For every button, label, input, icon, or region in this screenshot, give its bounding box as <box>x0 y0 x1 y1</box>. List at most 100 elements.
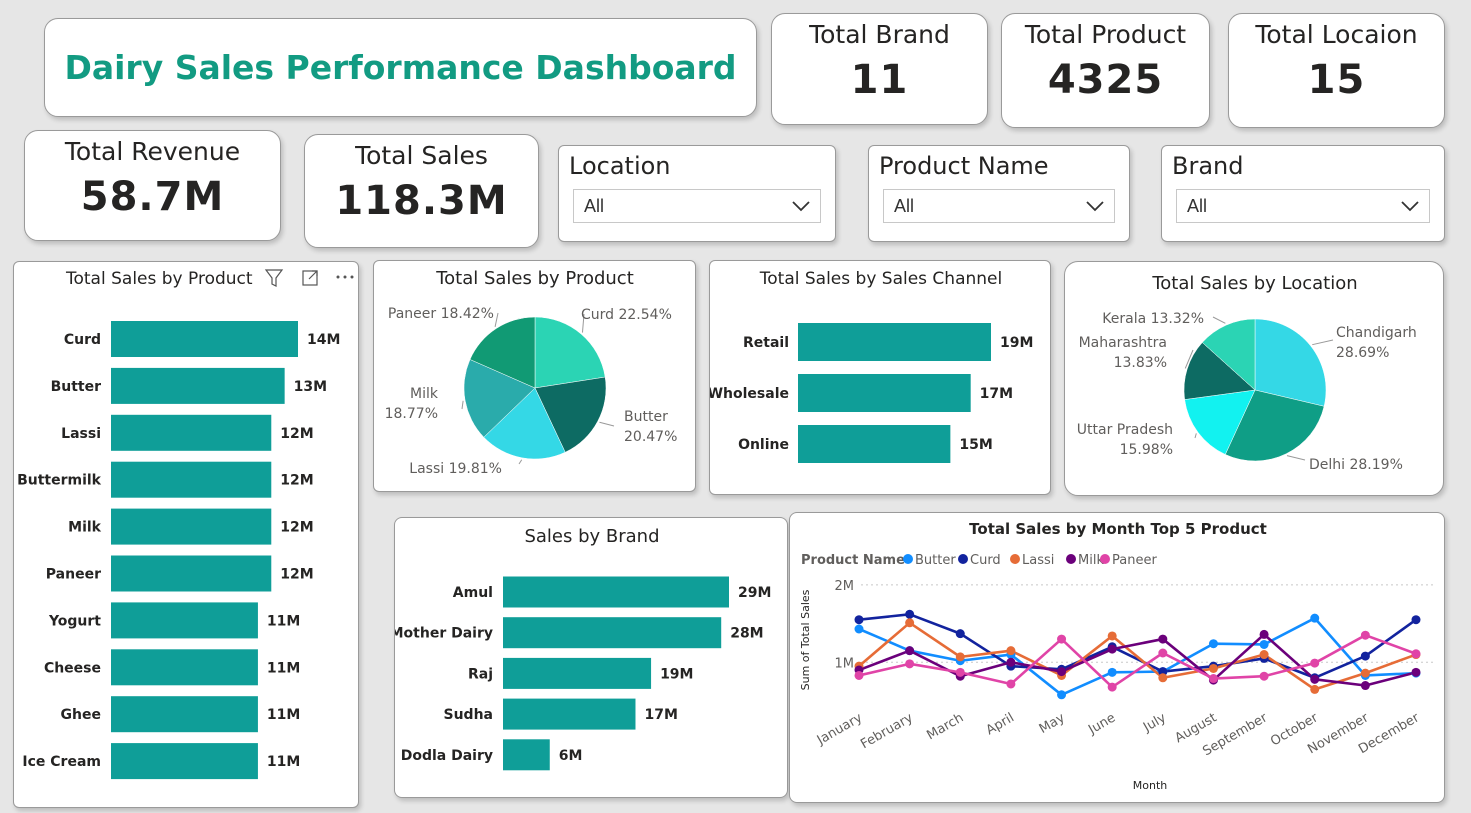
location-pie-chart-card[interactable]: Total Sales by Location Chandigarh 28.69%… <box>1064 261 1444 496</box>
data-point <box>1411 615 1421 625</box>
data-label: 12M <box>280 567 313 583</box>
data-point <box>1208 674 1218 684</box>
legend-title: Product Name <box>801 553 905 568</box>
category-label: Ghee <box>61 707 101 723</box>
dropdown-value: All <box>894 195 915 216</box>
leader-line <box>1312 339 1334 346</box>
product-bar-chart: Total Sales by Product Curd 14M Butter 13M L… <box>17 269 354 780</box>
kpi-total-brand[interactable]: Total Brand 11 <box>771 13 988 125</box>
data-point <box>1310 674 1320 684</box>
data-point <box>905 646 915 656</box>
category-label: Butter <box>51 379 102 395</box>
brand-bar-chart-card[interactable]: Sales by Brand Amul 29M Mother Dairy 28M Raj… <box>394 517 788 798</box>
bar <box>111 743 258 780</box>
data-point <box>1057 667 1067 677</box>
leader-line <box>599 421 615 427</box>
channel-bar-chart-card[interactable]: Total Sales by Sales Channel Retail 19M Wh… <box>709 260 1051 495</box>
legend-marker <box>958 554 968 564</box>
leader-line <box>1212 316 1226 324</box>
chevron-down-icon <box>1086 201 1104 212</box>
data-label: 6M <box>559 748 583 764</box>
y-tick-label: 1M <box>835 656 855 671</box>
kpi-label: Total Revenue <box>64 137 241 166</box>
category-label: Raj <box>468 666 493 682</box>
slice-percent: 20.47% <box>624 429 677 445</box>
bar <box>111 367 285 404</box>
brand-bar-chart: Sales by Brand Amul 29M Mother Dairy 28M Raj… <box>395 526 771 771</box>
data-point <box>1310 658 1320 668</box>
data-label: 13M <box>294 379 327 395</box>
bar <box>111 602 258 639</box>
location-dropdown[interactable]: All <box>573 189 821 223</box>
legend-marker <box>903 554 913 564</box>
category-label: Online <box>738 437 789 453</box>
data-label: 17M <box>980 386 1013 402</box>
product-pie-chart-card[interactable]: Total Sales by Product Curd 22.54% Butter… <box>373 260 696 492</box>
category-label: Mother Dairy <box>395 626 493 642</box>
legend-entry: Paneer <box>1112 553 1157 568</box>
leader-line <box>1194 433 1197 439</box>
slice-percent: 18.77% <box>385 406 438 422</box>
location-slicer[interactable]: Location All <box>558 145 836 242</box>
slicer-label: Brand <box>1172 152 1244 180</box>
slice-label: Chandigarh <box>1336 325 1417 341</box>
legend-entry: Butter <box>915 553 956 568</box>
data-point <box>1208 663 1218 673</box>
slice-label: Maharashtra <box>1079 335 1167 351</box>
data-label: 29M <box>738 585 771 601</box>
focus-mode-icon[interactable] <box>302 270 318 286</box>
data-point <box>905 618 915 628</box>
data-point <box>1259 671 1269 681</box>
data-point <box>1006 657 1016 667</box>
data-point <box>1006 646 1016 656</box>
x-tick-label: January <box>814 710 865 748</box>
chart-title: Total Sales by Product <box>65 269 253 289</box>
brand-dropdown[interactable]: All <box>1176 189 1430 223</box>
slice-label: Curd 22.54% <box>581 307 672 323</box>
slicer-label: Location <box>569 152 671 180</box>
bar <box>503 617 722 649</box>
category-label: Curd <box>64 332 101 348</box>
bar <box>111 696 258 733</box>
bar <box>111 461 272 498</box>
bar <box>503 698 636 730</box>
kpi-total-product[interactable]: Total Product 4325 <box>1001 13 1210 128</box>
data-label: 11M <box>267 707 300 723</box>
more-options-icon[interactable] <box>336 275 354 279</box>
slice-percent: 28.69% <box>1336 345 1389 361</box>
data-point <box>955 652 965 662</box>
data-point <box>1310 684 1320 694</box>
bar <box>503 657 652 689</box>
dashboard-title: Dairy Sales Performance Dashboard <box>64 48 737 87</box>
data-point <box>1057 690 1067 700</box>
title-card: Dairy Sales Performance Dashboard <box>44 18 757 117</box>
filter-icon[interactable] <box>264 269 284 287</box>
bar <box>111 508 272 545</box>
data-label: 12M <box>280 426 313 442</box>
bar <box>111 321 298 357</box>
y-tick-label: 2M <box>835 579 855 594</box>
product-bar-chart-card[interactable]: Total Sales by Product Curd 14M Butter 13M L… <box>13 261 359 808</box>
data-label: 17M <box>644 707 677 723</box>
kpi-total-revenue[interactable]: Total Revenue 58.7M <box>24 130 281 241</box>
legend-marker <box>1100 554 1110 564</box>
brand-slicer[interactable]: Brand All <box>1161 145 1445 242</box>
chart-title: Total Sales by Sales Channel <box>759 269 1002 289</box>
kpi-total-location[interactable]: Total Locaion 15 <box>1228 13 1445 128</box>
category-label: Dodla Dairy <box>401 748 493 764</box>
bar <box>798 425 951 463</box>
product-dropdown[interactable]: All <box>883 189 1115 223</box>
kpi-total-sales[interactable]: Total Sales 118.3M <box>304 134 539 248</box>
product-slicer[interactable]: Product Name All <box>868 145 1130 242</box>
month-line-chart-card[interactable]: Total Sales by Month Top 5 Product Produ… <box>789 512 1445 803</box>
product-pie-chart: Total Sales by Product Curd 22.54% Butter… <box>385 268 678 477</box>
data-label: 11M <box>267 660 300 676</box>
x-tick-label: May <box>1037 710 1068 737</box>
x-tick-label: July <box>1140 710 1169 735</box>
data-label: 28M <box>730 626 763 642</box>
dropdown-value: All <box>1187 195 1208 216</box>
kpi-value: 58.7M <box>80 174 225 220</box>
channel-bar-chart: Total Sales by Sales Channel Retail 19M Wh… <box>710 269 1033 463</box>
data-label: 15M <box>959 437 992 453</box>
month-line-chart: Total Sales by Month Top 5 Product Produ… <box>799 520 1436 792</box>
